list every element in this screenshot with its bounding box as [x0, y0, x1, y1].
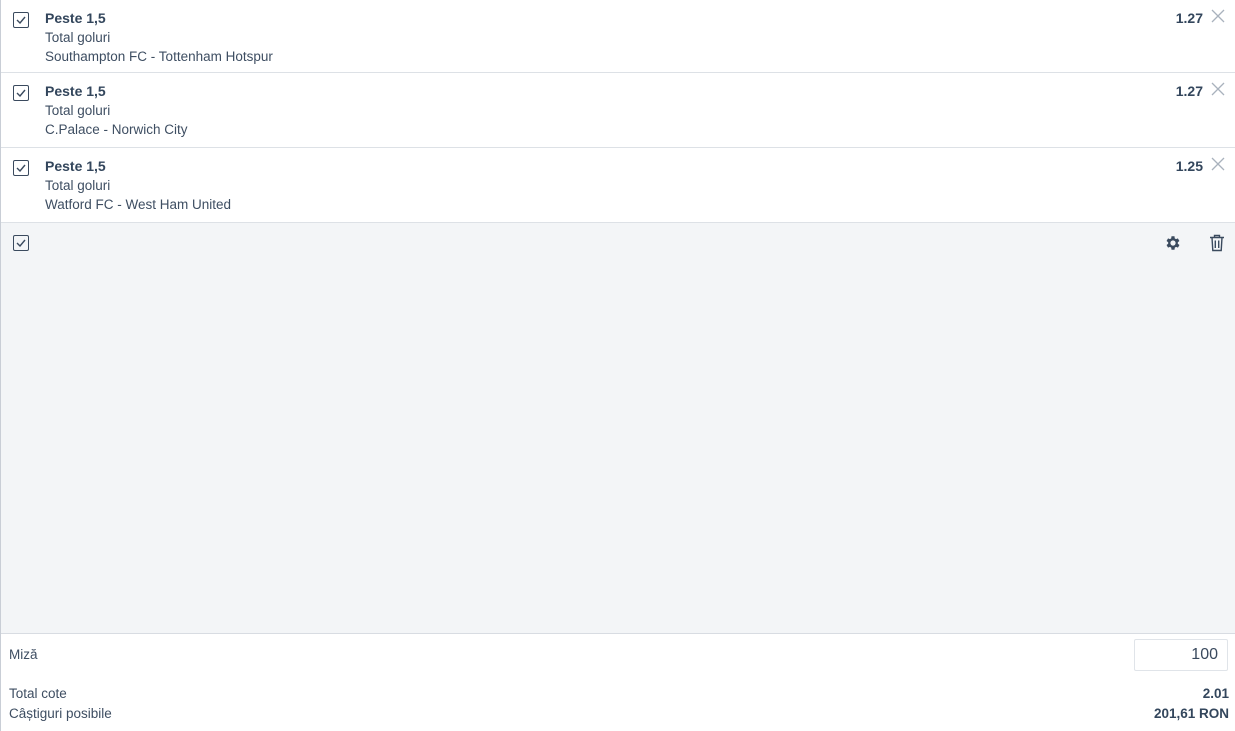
checkbox-checked-icon[interactable] [13, 235, 29, 251]
bet-selection: Peste 1,5 [45, 83, 106, 99]
bet-match: C.Palace - Norwich City [45, 122, 188, 137]
bet-match: Southampton FC - Tottenham Hotspur [45, 49, 273, 64]
stake-input[interactable] [1134, 639, 1228, 671]
bet-slip: Peste 1,5 Total goluri Southampton FC - … [0, 0, 1235, 731]
bet-item: Peste 1,5 Total goluri Southampton FC - … [1, 0, 1235, 73]
slip-actions-panel [1, 223, 1235, 634]
bet-market: Total goluri [45, 30, 111, 45]
bet-market: Total goluri [45, 178, 111, 193]
bet-selection: Peste 1,5 [45, 10, 106, 26]
trash-icon[interactable] [1209, 234, 1225, 252]
stake-label: Miză [9, 647, 38, 662]
possible-win-value: 201,61 RON [1153, 706, 1229, 721]
checkbox-checked-icon[interactable] [13, 160, 29, 176]
bet-odd: 1.27 [1175, 83, 1203, 99]
close-icon[interactable] [1210, 8, 1226, 24]
total-odds-value: 2.01 [1202, 686, 1229, 701]
bet-market: Total goluri [45, 103, 111, 118]
bet-item: Peste 1,5 Total goluri Watford FC - West… [1, 148, 1235, 223]
gear-icon[interactable] [1164, 234, 1182, 252]
possible-win-label: Câștiguri posibile [9, 706, 112, 721]
bet-selection: Peste 1,5 [45, 158, 106, 174]
close-icon[interactable] [1210, 81, 1226, 97]
bet-match: Watford FC - West Ham United [45, 197, 232, 212]
checkbox-checked-icon[interactable] [13, 85, 29, 101]
bet-item: Peste 1,5 Total goluri C.Palace - Norwic… [1, 73, 1235, 148]
close-icon[interactable] [1210, 156, 1226, 172]
bet-odd: 1.27 [1175, 10, 1203, 26]
bet-odd: 1.25 [1175, 158, 1203, 174]
total-odds-label: Total cote [9, 686, 67, 701]
checkbox-checked-icon[interactable] [13, 12, 29, 28]
